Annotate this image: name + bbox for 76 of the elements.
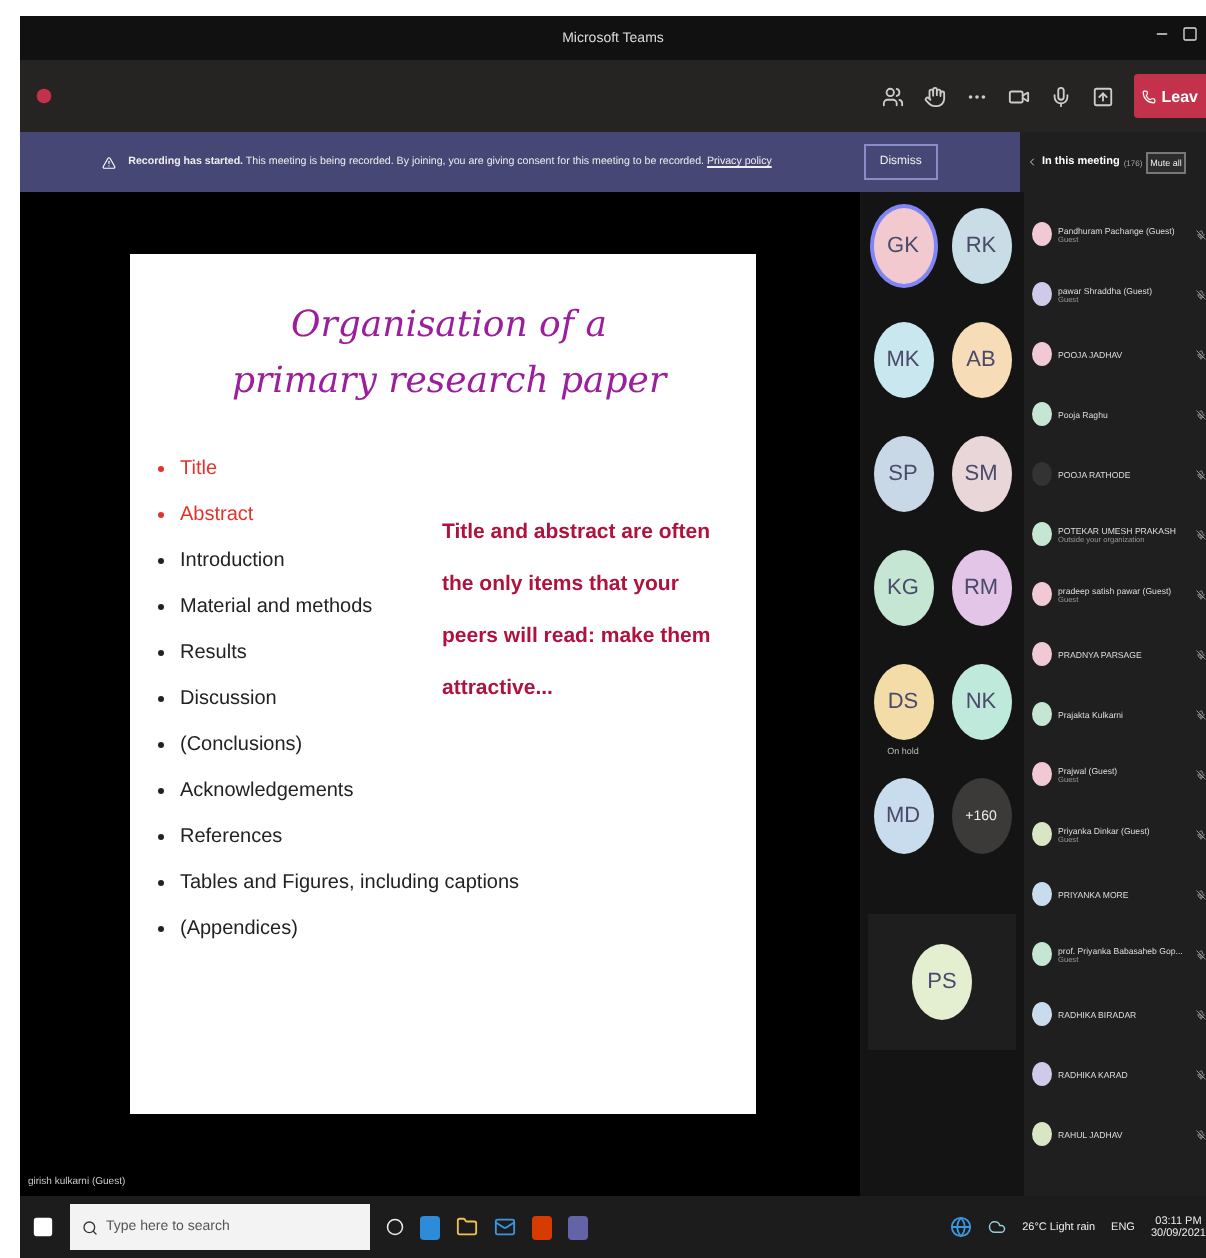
camera-icon[interactable] xyxy=(1007,85,1030,107)
participant-avatar: SP xyxy=(873,436,933,512)
participant-avatar xyxy=(1032,942,1052,966)
mic-off-icon xyxy=(1196,829,1206,839)
mic-off-icon xyxy=(1196,649,1206,659)
participant-avatar xyxy=(1032,222,1052,246)
participant-avatar xyxy=(1032,822,1052,846)
participant-avatar: KG xyxy=(873,550,933,626)
participant-avatar: NK xyxy=(951,664,1011,740)
participant-avatar: RM xyxy=(951,550,1011,626)
mic-off-icon xyxy=(1196,949,1206,959)
slide-bullet-text: References xyxy=(158,813,283,860)
slide-bullet-text: Tables and Figures, including captions xyxy=(158,859,520,906)
mic-off-icon xyxy=(1196,349,1206,359)
slide-bullet-text: Discussion xyxy=(158,675,277,722)
mic-off-icon xyxy=(1196,1009,1206,1019)
app-icon[interactable] xyxy=(532,1215,552,1239)
warning-icon xyxy=(102,155,117,169)
mic-off-icon xyxy=(1196,889,1206,899)
weather-icon xyxy=(988,1218,1007,1236)
phone-icon xyxy=(1141,89,1156,103)
participant-avatar xyxy=(1032,582,1052,606)
mic-off-icon xyxy=(1196,1069,1206,1079)
participant-avatar xyxy=(1032,282,1052,306)
slide-note-text: Title and abstract are often the only items that your peers will read: make them attractive... xyxy=(442,517,713,704)
mic-off-icon xyxy=(1196,229,1206,239)
mic-off-icon xyxy=(1196,589,1206,599)
mic-icon[interactable] xyxy=(1049,85,1072,107)
participant-avatar: DS xyxy=(873,664,933,740)
share-icon[interactable] xyxy=(1091,85,1114,107)
folder-icon[interactable] xyxy=(456,1216,478,1238)
slide-bullet-text: Abstract xyxy=(158,491,254,538)
participant-avatar xyxy=(1032,342,1052,366)
participant-avatar: GK xyxy=(873,208,933,284)
participant-avatar xyxy=(1032,402,1052,426)
participant-avatar: MK xyxy=(873,322,933,398)
participant-avatar: SM xyxy=(951,436,1011,512)
maximize-icon[interactable] xyxy=(1182,26,1198,42)
participant-avatar: MD xyxy=(873,778,933,854)
circle-icon[interactable] xyxy=(386,1218,404,1236)
mic-off-icon xyxy=(1196,289,1206,299)
back-icon[interactable] xyxy=(1026,156,1038,168)
mic-off-icon xyxy=(1196,469,1206,479)
participant-avatar xyxy=(1032,882,1052,906)
mic-off-icon xyxy=(1196,1129,1206,1139)
participant-avatar xyxy=(1032,1002,1052,1026)
participant-avatar: PS xyxy=(912,944,972,1020)
participant-avatar xyxy=(1032,1062,1052,1086)
slide-bullet-text: Material and methods xyxy=(158,583,373,630)
slide-bullet-text: Results xyxy=(158,629,247,676)
participant-avatar xyxy=(1032,702,1052,726)
slide-title: Organisation of a primary research paper xyxy=(229,302,670,406)
participants-icon[interactable] xyxy=(881,85,904,107)
slide-bullet-text: Introduction xyxy=(158,537,285,584)
participant-avatar xyxy=(1032,762,1052,786)
mic-off-icon xyxy=(1196,709,1206,719)
app-icon[interactable] xyxy=(420,1215,440,1239)
slide-bullet-text: Title xyxy=(158,445,218,492)
recording-icon xyxy=(36,88,52,104)
mic-off-icon xyxy=(1196,529,1206,539)
participant-avatar: RK xyxy=(951,208,1011,284)
mic-off-icon xyxy=(1196,769,1206,779)
search-icon xyxy=(82,1219,98,1235)
slide-bullet-text: Acknowledgements xyxy=(158,767,354,814)
slide-bullet-text: (Conclusions) xyxy=(158,721,303,768)
participant-avatar xyxy=(1032,522,1052,546)
hand-icon[interactable] xyxy=(923,85,946,107)
participant-avatar: AB xyxy=(951,322,1011,398)
leave-button[interactable]: Leav xyxy=(1133,74,1206,118)
browser-icon[interactable] xyxy=(950,1216,973,1238)
participant-avatar xyxy=(1032,642,1052,666)
app-icon[interactable] xyxy=(568,1215,588,1239)
mic-off-icon xyxy=(1196,409,1206,419)
mail-icon[interactable] xyxy=(494,1216,516,1238)
participant-avatar xyxy=(1032,1122,1052,1146)
slide-bullet-text: (Appendices) xyxy=(158,905,298,952)
